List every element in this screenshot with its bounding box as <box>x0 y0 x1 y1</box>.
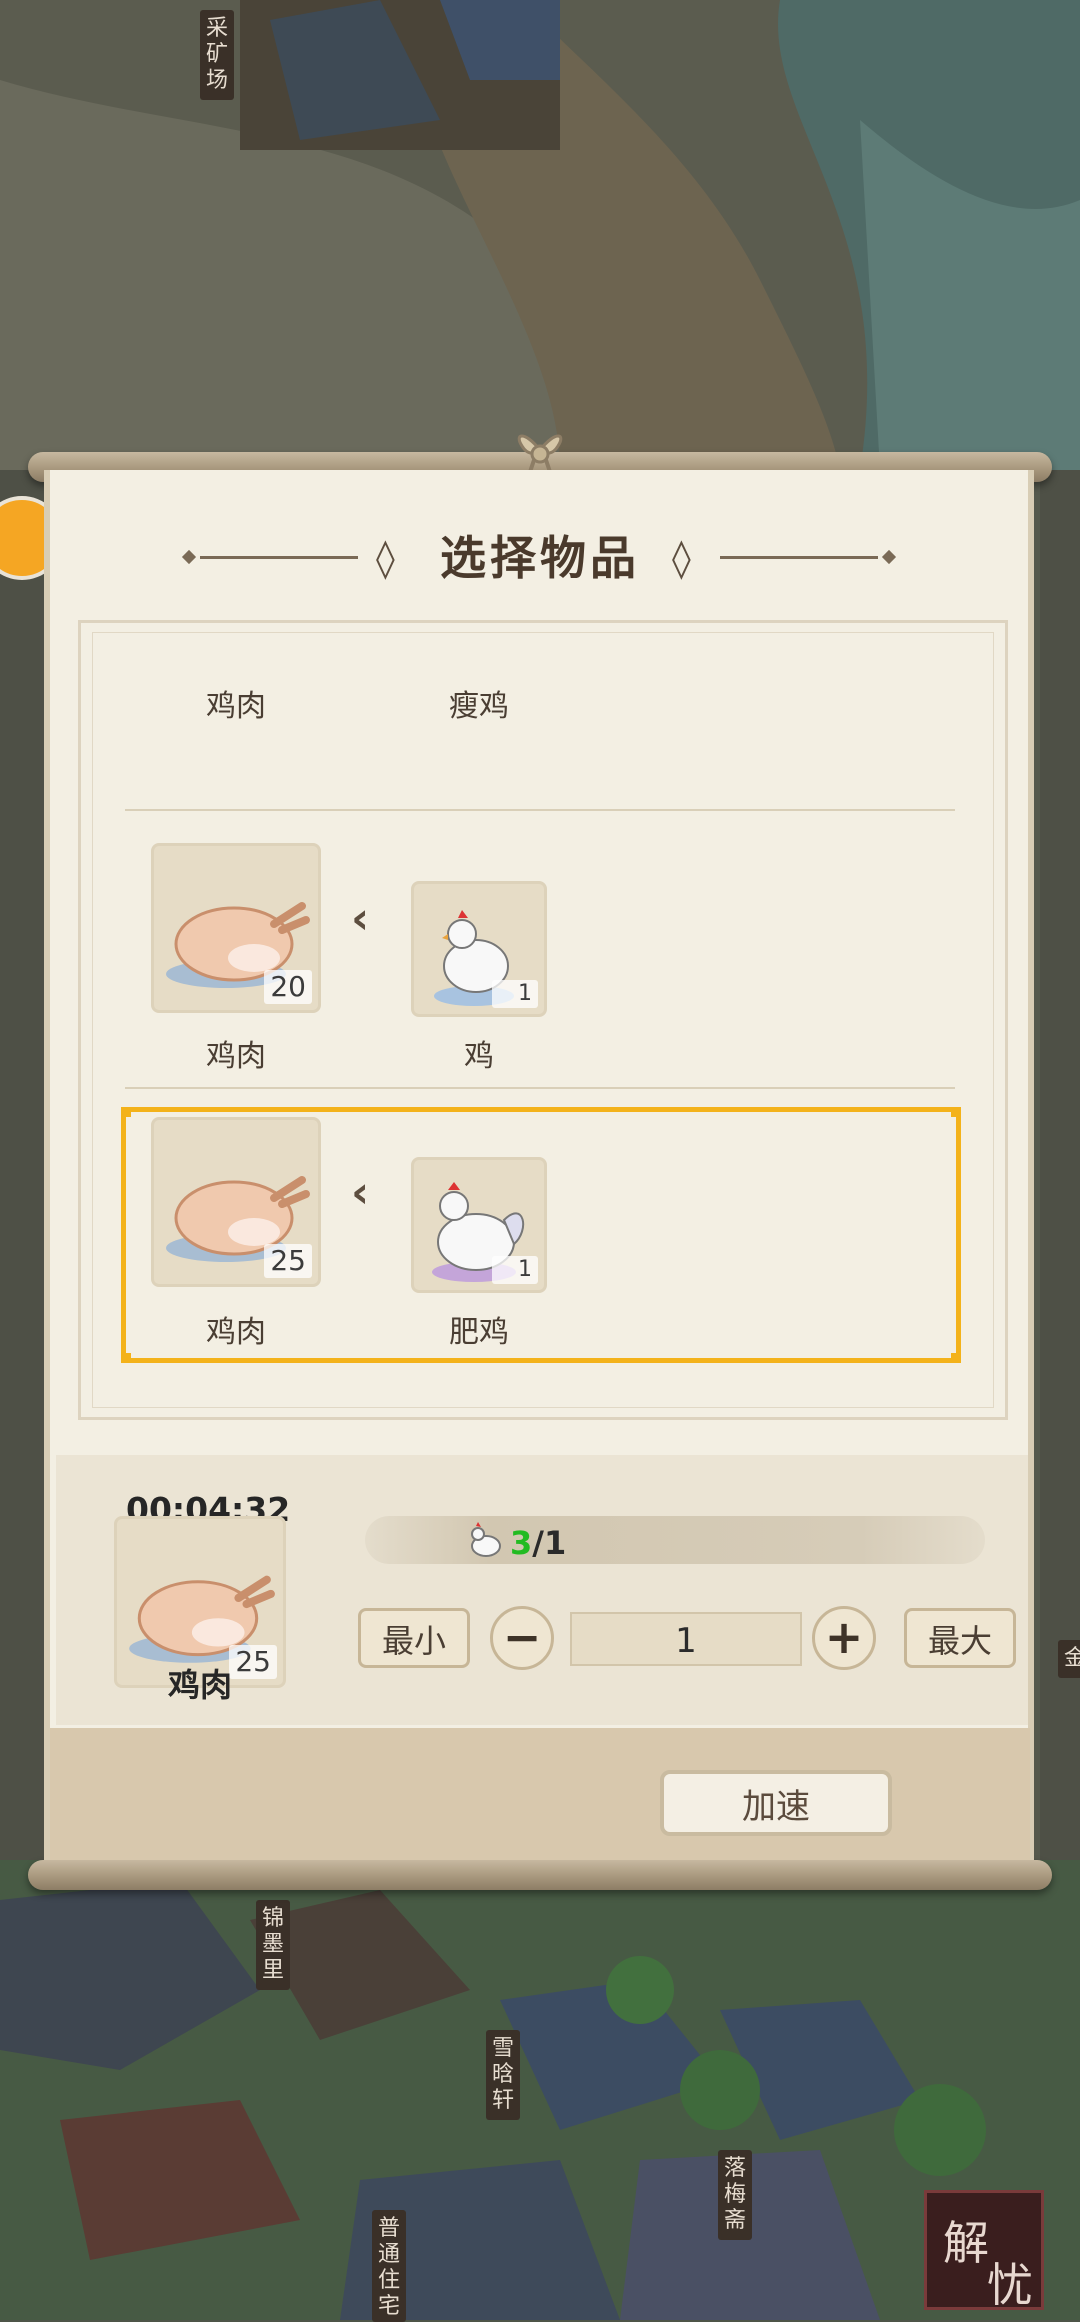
decrease-button[interactable]: − <box>490 1606 554 1670</box>
convert-arrow-icon: ‹ <box>351 1167 370 1218</box>
map-label-putong[interactable]: 普通住宅 <box>372 2210 406 2322</box>
output-count: 25 <box>264 1244 312 1278</box>
increase-button[interactable]: + <box>812 1606 876 1670</box>
input-slot: 1 <box>411 1157 547 1293</box>
convert-arrow-icon: ‹ <box>351 893 370 944</box>
input-slot: 1 <box>411 881 547 1017</box>
map-label-xuehan[interactable]: 雪晗轩 <box>486 2030 520 2120</box>
requirement-bar <box>365 1516 985 1564</box>
recipe-list[interactable]: 15 ‹ 1 鸡肉 瘦鸡 20 ‹ 1 鸡肉 鸡 25 <box>92 632 994 1408</box>
recipe-row-selected[interactable]: 25 ‹ 1 鸡肉 肥鸡 <box>93 1103 993 1373</box>
max-button[interactable]: 最大 <box>904 1608 1016 1668</box>
quantity-field[interactable]: 1 <box>570 1612 802 1666</box>
input-count: 1 <box>492 980 538 1008</box>
requirement-text: 3/1 <box>510 1524 566 1562</box>
knot-ornament <box>512 424 568 474</box>
input-count: 1 <box>492 1256 538 1284</box>
output-name: 鸡肉 <box>206 1315 266 1350</box>
seal-char-2: 忧 <box>987 2258 1033 2312</box>
map-label-luomei[interactable]: 落梅斋 <box>718 2150 752 2240</box>
input-name: 肥鸡 <box>449 1315 509 1350</box>
scroll-bottom-rod <box>28 1860 1052 1890</box>
map-label-jinmo[interactable]: 锦墨里 <box>256 1900 290 1990</box>
map-label-quarry[interactable]: 采矿场 <box>200 10 234 100</box>
requirement-need: /1 <box>532 1524 567 1562</box>
input-name: 鸡 <box>464 1039 494 1074</box>
output-slot: 20 <box>151 843 321 1013</box>
requirement-have: 3 <box>510 1524 533 1562</box>
output-name: 鸡肉 <box>206 1039 266 1074</box>
min-button[interactable]: 最小 <box>358 1608 470 1668</box>
chicken-small-icon <box>466 1520 506 1564</box>
speedup-button[interactable]: 加速 <box>660 1770 892 1836</box>
output-slot: 25 <box>151 1117 321 1287</box>
row-divider <box>125 809 955 811</box>
map-label-right-edge[interactable]: 金 <box>1058 1640 1080 1678</box>
production-item-name: 鸡肉 <box>167 1666 232 1704</box>
seal-logo[interactable]: 解 忧 <box>924 2190 1044 2312</box>
output-name: 鸡肉 <box>206 689 266 724</box>
input-name: 瘦鸡 <box>449 689 509 724</box>
recipe-row[interactable]: 15 ‹ 1 鸡肉 瘦鸡 <box>93 633 993 724</box>
output-count: 20 <box>264 970 312 1004</box>
recipe-row[interactable]: 20 ‹ 1 鸡肉 鸡 <box>93 843 993 1113</box>
row-divider <box>125 1087 955 1089</box>
seal-char-1: 解 <box>943 2216 989 2270</box>
dialog-title: 选择物品 <box>440 531 640 585</box>
